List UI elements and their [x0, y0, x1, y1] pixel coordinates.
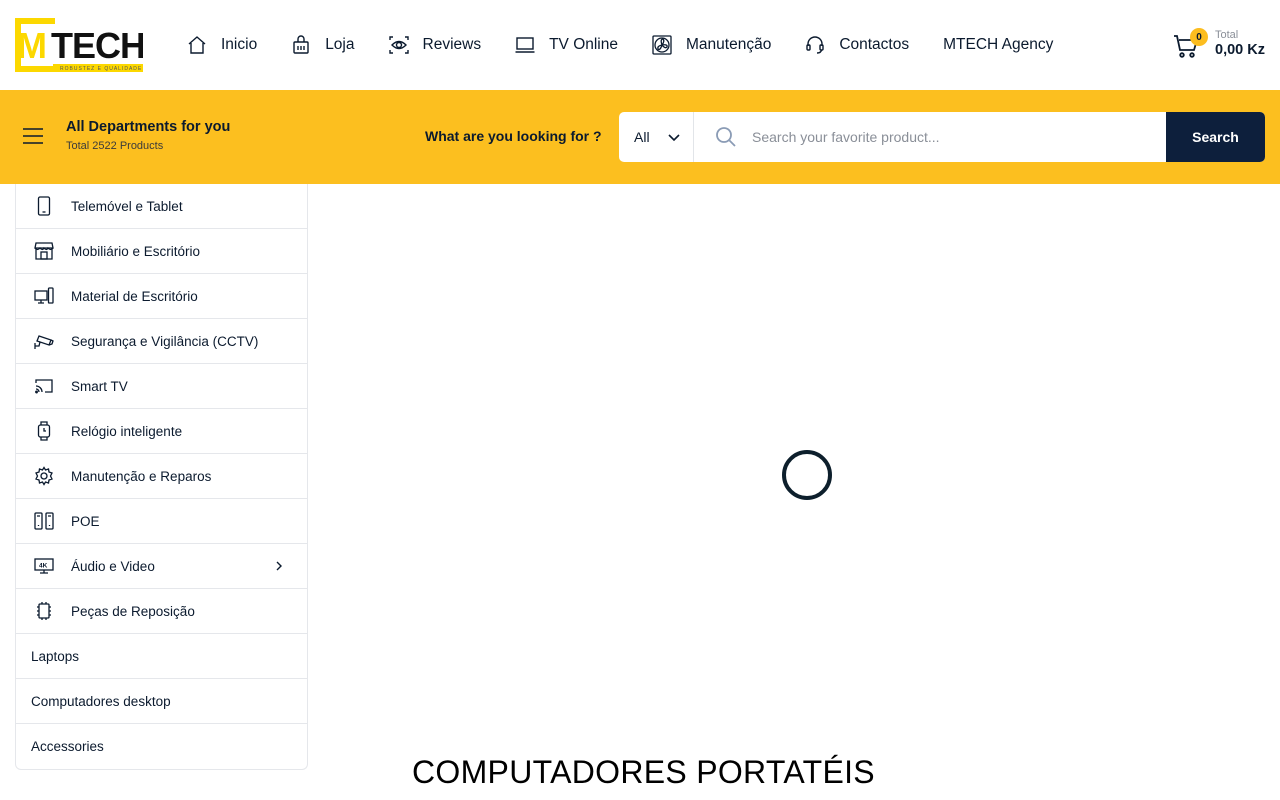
- category-select-value: All: [634, 129, 650, 145]
- svg-text:ROBUSTEZ E QUALIDADE: ROBUSTEZ E QUALIDADE: [60, 66, 142, 72]
- nav-reviews[interactable]: Reviews: [388, 35, 482, 55]
- nav-label: Manutenção: [686, 36, 772, 53]
- sidebar-item-mobiliario[interactable]: Mobiliário e Escritório: [16, 229, 307, 274]
- sidebar-item-audio-video[interactable]: 4K Áudio e Video: [16, 544, 307, 589]
- sidebar-item-label: Material de Escritório: [71, 288, 198, 304]
- devices-icon: [34, 286, 54, 306]
- smartphone-icon: [34, 196, 54, 216]
- sidebar-item-laptops[interactable]: Laptops: [16, 634, 307, 679]
- site-header: M TECH ROBUSTEZ E QUALIDADE Inicio Loja …: [0, 0, 1280, 90]
- sidebar-item-poe[interactable]: POE: [16, 499, 307, 544]
- cart-total-label: Total: [1215, 29, 1239, 41]
- headset-icon: [805, 35, 825, 55]
- sidebar-item-label: Computadores desktop: [31, 693, 171, 709]
- sidebar-item-label: Mobiliário e Escritório: [71, 243, 201, 259]
- search-input[interactable]: [752, 112, 1162, 162]
- main-nav: Inicio Loja Reviews TV Online Manutenção: [187, 0, 1087, 90]
- departments-title[interactable]: All Departments for you: [66, 119, 230, 135]
- search-icon: [715, 126, 737, 148]
- smartwatch-icon: [34, 421, 54, 441]
- laptop-icon: [515, 35, 535, 55]
- fan-icon: [652, 35, 672, 55]
- category-select[interactable]: All: [619, 112, 694, 162]
- sidebar-item-telemovel-tablet[interactable]: Telemóvel e Tablet: [16, 184, 307, 229]
- sidebar-item-label: Accessories: [31, 739, 104, 754]
- sidebar-item-label: POE: [71, 513, 100, 529]
- nav-tv-online[interactable]: TV Online: [515, 35, 618, 55]
- home-icon: [187, 35, 207, 55]
- sidebar-item-smart-tv[interactable]: Smart TV: [16, 364, 307, 409]
- shopping-bag-icon: [291, 35, 311, 55]
- mtech-logo[interactable]: M TECH ROBUSTEZ E QUALIDADE: [15, 18, 143, 72]
- cast-icon: [34, 376, 54, 396]
- nav-loja[interactable]: Loja: [291, 35, 355, 55]
- chip-icon: [34, 601, 54, 621]
- search-prompt-label: What are you looking for ?: [425, 128, 602, 144]
- sidebar-item-computadores-desktop[interactable]: Computadores desktop: [16, 679, 307, 724]
- nav-label: Loja: [325, 36, 355, 53]
- nav-label: Contactos: [839, 36, 910, 53]
- svg-text:4K: 4K: [39, 563, 48, 570]
- chevron-down-icon: [667, 130, 681, 144]
- storefront-icon: [34, 241, 54, 261]
- sidebar-item-label: Telemóvel e Tablet: [71, 198, 183, 214]
- loading-spinner: [782, 450, 832, 500]
- chevron-right-icon: [273, 560, 285, 572]
- cctv-camera-icon: [34, 331, 54, 351]
- cart-count-badge: 0: [1190, 28, 1208, 46]
- eye-scan-icon: [388, 35, 409, 55]
- nav-label: Reviews: [422, 36, 482, 53]
- sidebar-item-label: Laptops: [31, 648, 80, 664]
- nav-label: TV Online: [549, 36, 618, 53]
- sidebar-item-relogio[interactable]: Relógio inteligente: [16, 409, 307, 454]
- sidebar-item-label: Relógio inteligente: [71, 423, 183, 439]
- search-button[interactable]: Search: [1166, 112, 1265, 162]
- sidebar-item-label: Segurança e Vigilância (CCTV): [71, 333, 259, 349]
- sidebar-item-material-escritorio[interactable]: Material de Escritório: [16, 274, 307, 319]
- sidebar-item-manutencao-reparos[interactable]: Manutenção e Reparos: [16, 454, 307, 499]
- monitor-4k-icon: 4K: [34, 556, 54, 576]
- gear-icon: [34, 466, 54, 486]
- departments-sidebar: Telemóvel e Tablet Mobiliário e Escritór…: [15, 184, 308, 770]
- nav-label: Inicio: [221, 36, 258, 53]
- sidebar-item-pecas-reposicao[interactable]: Peças de Reposição: [16, 589, 307, 634]
- nav-inicio[interactable]: Inicio: [187, 35, 257, 55]
- sidebar-item-label: Smart TV: [71, 378, 128, 394]
- nav-contactos[interactable]: Contactos: [805, 35, 909, 55]
- sidebar-item-seguranca-cctv[interactable]: Segurança e Vigilância (CCTV): [16, 319, 307, 364]
- sidebar-item-label: Áudio e Video: [71, 558, 155, 574]
- search-form: All Search: [619, 112, 1265, 162]
- cart-button[interactable]: 0 Total 0,00 Kz: [1172, 28, 1272, 64]
- departments-product-count: Total 2522 Products: [66, 140, 164, 152]
- svg-text:M: M: [17, 25, 46, 66]
- page-title: COMPUTADORES PORTATÉIS: [412, 754, 875, 790]
- svg-text:TECH: TECH: [51, 25, 143, 66]
- nav-manutencao[interactable]: Manutenção: [652, 35, 771, 55]
- nav-label: MTECH Agency: [943, 36, 1054, 53]
- cart-total-value: 0,00 Kz: [1215, 42, 1265, 58]
- sidebar-item-label: Peças de Reposição: [71, 603, 195, 619]
- network-devices-icon: [34, 511, 54, 531]
- departments-menu-button[interactable]: [22, 126, 44, 146]
- sidebar-item-accessories[interactable]: Accessories: [16, 724, 307, 769]
- search-bar-section: All Departments for you Total 2522 Produ…: [0, 90, 1280, 184]
- nav-mtech-agency[interactable]: MTECH Agency: [943, 36, 1053, 54]
- sidebar-item-label: Manutenção e Reparos: [71, 468, 212, 484]
